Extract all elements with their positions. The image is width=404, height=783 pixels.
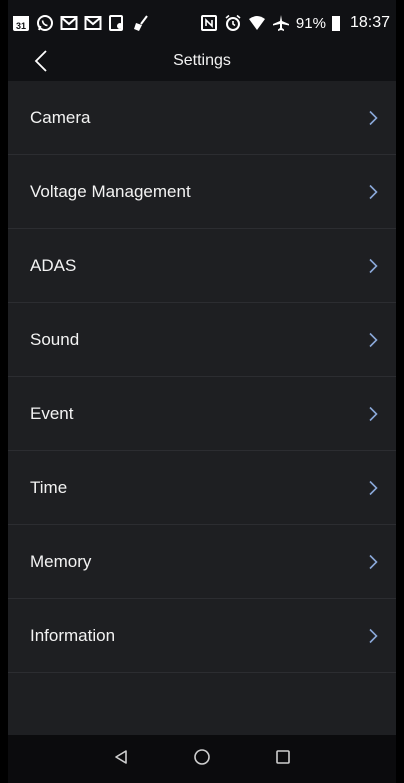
airplane-icon	[272, 14, 290, 32]
system-icons: 91% 18:37	[200, 14, 390, 32]
settings-item-adas[interactable]: ADAS	[8, 229, 396, 303]
nfc-icon	[200, 14, 218, 32]
chevron-right-icon	[367, 110, 379, 126]
device-frame: 31 91% 18:37 Settings Camera Voltage Man…	[0, 0, 404, 783]
calendar-icon: 31	[12, 14, 30, 32]
chevron-right-icon	[367, 554, 379, 570]
settings-item-event[interactable]: Event	[8, 377, 396, 451]
wifi-icon	[248, 14, 266, 32]
settings-item-information[interactable]: Information	[8, 599, 396, 673]
alarm-icon	[224, 14, 242, 32]
settings-item-camera[interactable]: Camera	[8, 81, 396, 155]
settings-item-label: Information	[30, 625, 116, 645]
settings-list: Camera Voltage Management ADAS Sound Eve…	[8, 81, 396, 673]
settings-item-label: Voltage Management	[30, 181, 191, 201]
settings-item-time[interactable]: Time	[8, 451, 396, 525]
chevron-right-icon	[367, 258, 379, 274]
settings-item-label: Sound	[30, 329, 80, 349]
nav-home-button[interactable]	[188, 745, 216, 773]
battery-percent: 91%	[295, 14, 326, 32]
chevron-right-icon	[367, 480, 379, 496]
chevron-right-icon	[367, 406, 379, 422]
recents-square-icon	[275, 749, 291, 770]
settings-item-label: ADAS	[30, 255, 77, 275]
back-triangle-icon	[113, 749, 129, 770]
system-nav-bar	[8, 735, 396, 783]
nav-back-button[interactable]	[107, 745, 135, 773]
whatsapp-icon	[36, 14, 54, 32]
home-circle-icon	[193, 748, 211, 771]
status-bar: 31 91% 18:37	[8, 0, 396, 46]
notification-icons: 31	[12, 14, 150, 32]
settings-item-voltage-management[interactable]: Voltage Management	[8, 155, 396, 229]
app-bar: Settings	[8, 46, 396, 81]
chevron-right-icon	[367, 628, 379, 644]
settings-item-label: Memory	[30, 551, 92, 571]
gmail-icon	[84, 14, 102, 32]
calendar-day: 31	[16, 21, 26, 31]
settings-item-label: Camera	[30, 107, 91, 127]
chevron-right-icon	[367, 184, 379, 200]
chevron-right-icon	[367, 332, 379, 348]
nav-recents-button[interactable]	[269, 745, 297, 773]
page-title: Settings	[173, 52, 231, 69]
clock: 18:37	[349, 14, 390, 31]
settings-item-memory[interactable]: Memory	[8, 525, 396, 599]
gmail-icon	[60, 14, 78, 32]
broom-icon	[132, 14, 150, 32]
screen: 31 91% 18:37 Settings Camera Voltage Man…	[8, 0, 396, 783]
cast-icon	[108, 14, 126, 32]
settings-item-label: Time	[30, 477, 68, 497]
settings-item-label: Event	[30, 403, 74, 423]
battery-icon	[331, 15, 340, 31]
settings-item-sound[interactable]: Sound	[8, 303, 396, 377]
